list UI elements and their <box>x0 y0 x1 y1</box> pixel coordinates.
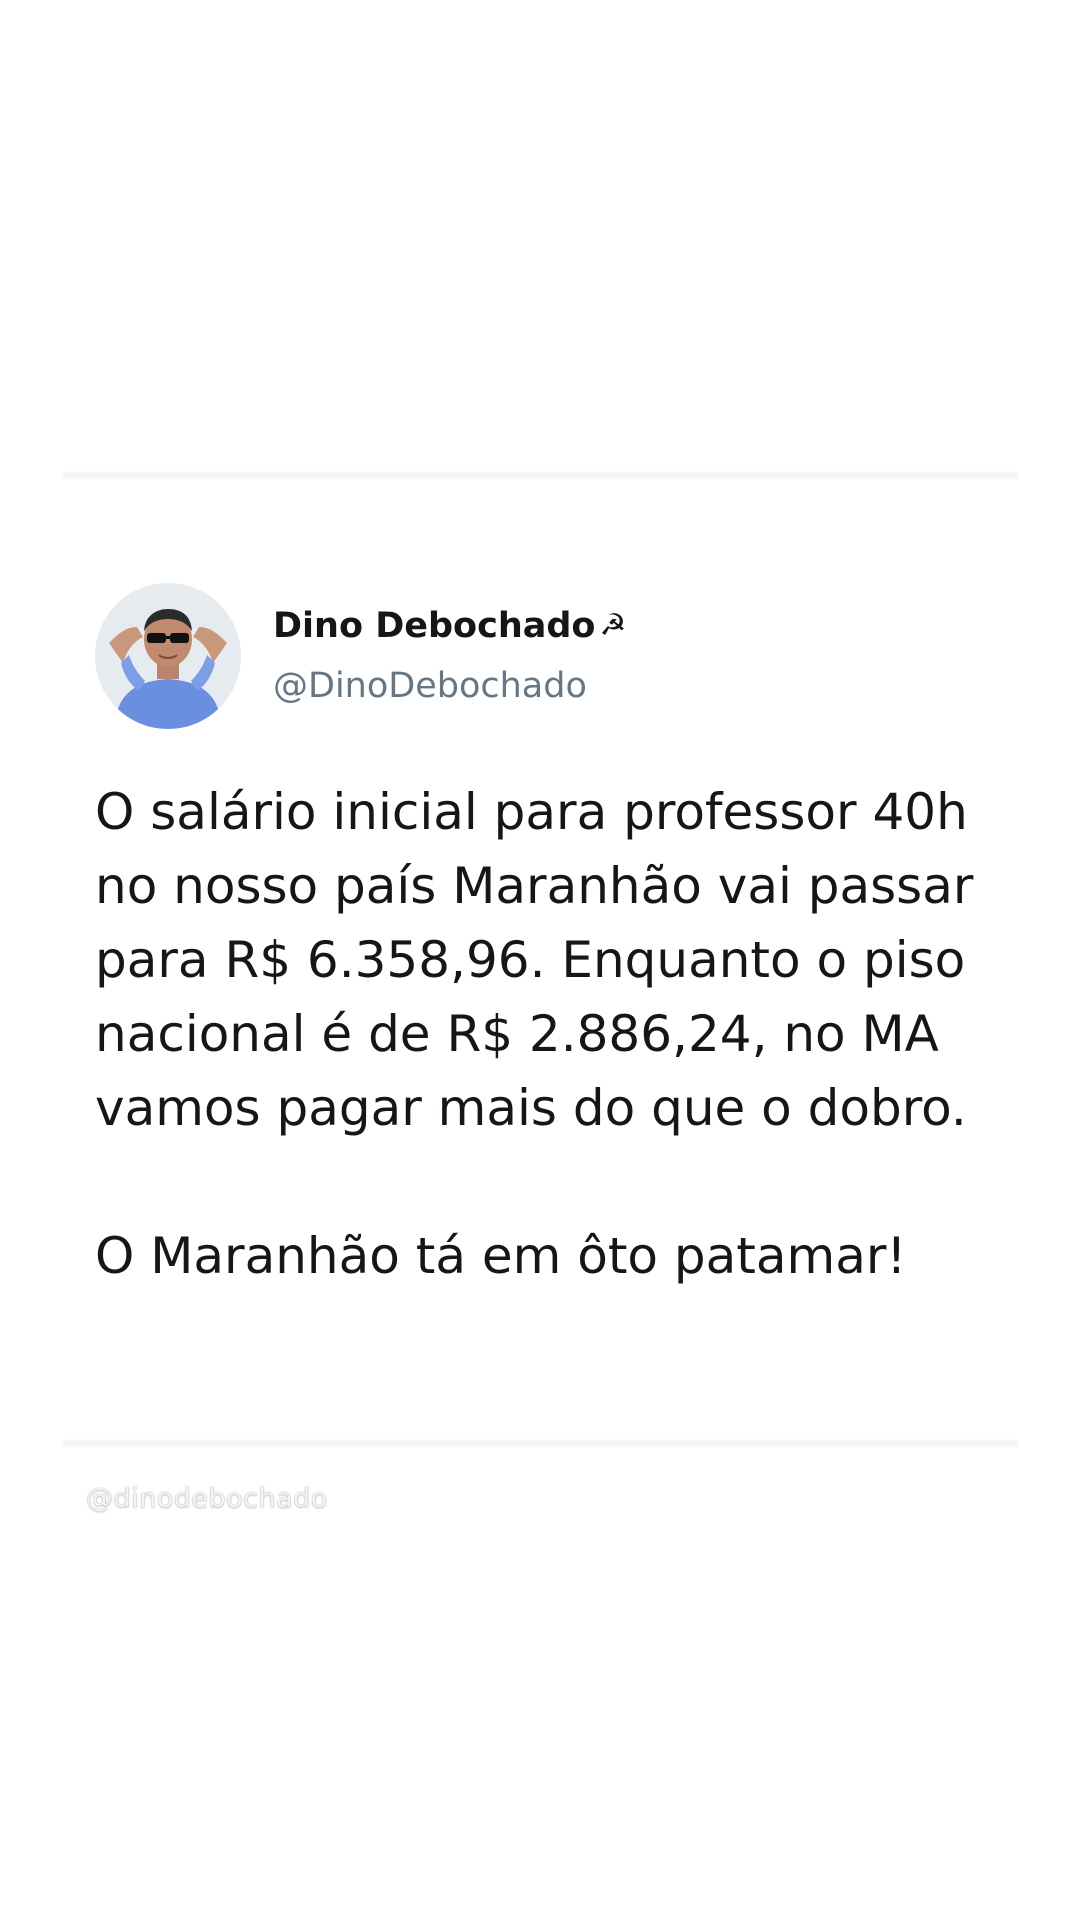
name-row: Dino Debochado ☭ <box>273 606 627 646</box>
tweet-paragraph: O salário inicial para professor 40h no … <box>95 783 974 1137</box>
top-divider <box>63 471 1018 479</box>
avatar[interactable] <box>95 583 241 729</box>
author-handle[interactable]: @DinoDebochado <box>273 667 626 706</box>
bottom-divider <box>63 1439 1018 1447</box>
author-display-name[interactable]: Dino Debochado <box>273 606 595 646</box>
tweet-paragraph: O Maranhão tá em ôto patamar! <box>95 1227 907 1285</box>
tweet-card: Dino Debochado ☭ @DinoDebochado O salári… <box>95 583 995 1293</box>
author-identity: Dino Debochado ☭ @DinoDebochado <box>273 606 627 706</box>
watermark: @dinodebochado <box>86 1483 328 1514</box>
hammer-sickle-icon: ☭ <box>599 607 627 643</box>
avatar-photo-icon <box>95 583 241 729</box>
tweet-body: O salário inicial para professor 40h no … <box>95 775 995 1293</box>
tweet-header: Dino Debochado ☭ @DinoDebochado <box>95 583 995 729</box>
